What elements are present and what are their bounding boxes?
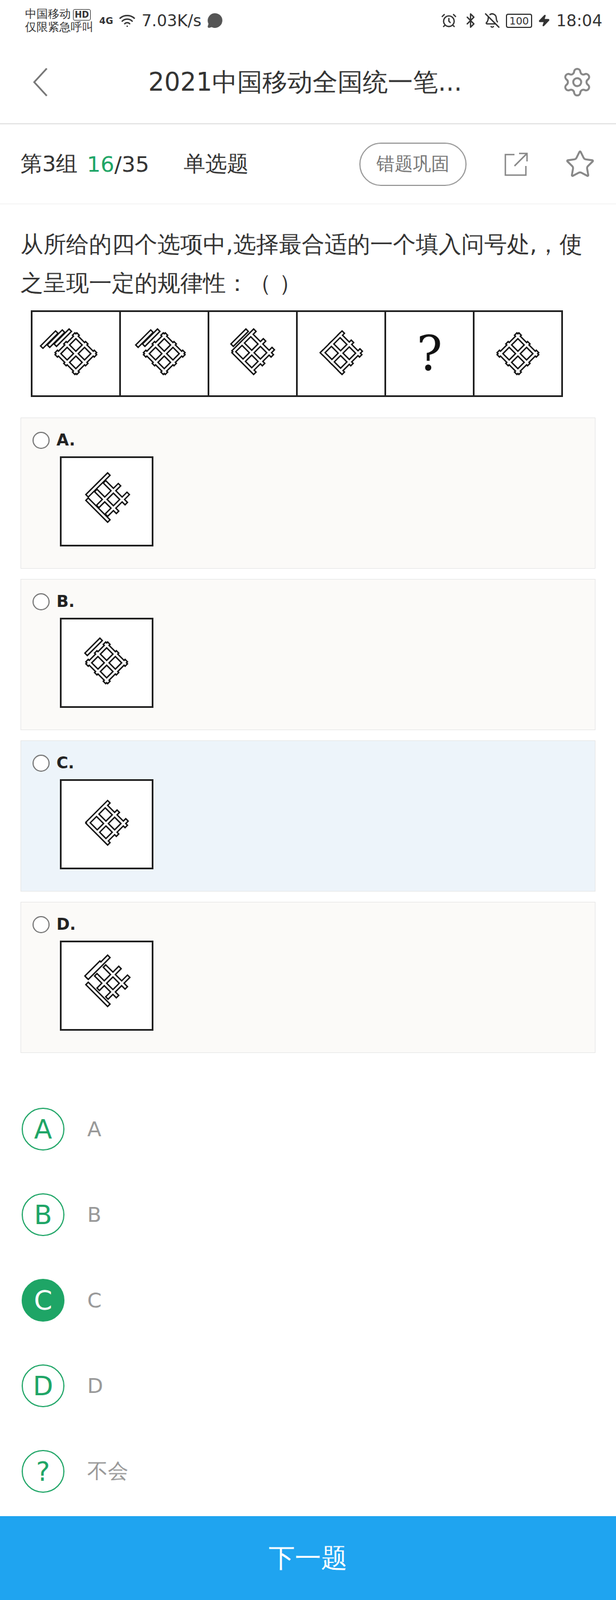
- lattice-figure-icon: [480, 319, 555, 388]
- answer-text: D: [87, 1374, 104, 1398]
- lattice-figure-icon: [69, 951, 144, 1020]
- content: 中国移动HD仅限紧急呼叫 4G 7.03K/s 100 18:04 2021中国移动全国统…: [0, 0, 616, 1517]
- figure-panel: ?: [386, 311, 475, 396]
- option-figure: [59, 456, 154, 547]
- option-label: C.: [56, 753, 75, 773]
- option-head: C.: [32, 753, 595, 773]
- clock: 18:04: [556, 11, 603, 31]
- mute-icon: [484, 12, 501, 29]
- question-mark: ?: [416, 325, 443, 382]
- alarm-icon: [440, 12, 457, 29]
- option-figure: [59, 779, 154, 870]
- lattice-figure-icon: [304, 319, 379, 388]
- star-icon: [564, 148, 596, 180]
- answer-circle[interactable]: C: [21, 1278, 65, 1322]
- settings-button[interactable]: [561, 66, 594, 99]
- charging-icon: [537, 14, 551, 27]
- answer-row[interactable]: DD: [21, 1364, 616, 1408]
- lattice-figure-icon: [69, 789, 144, 859]
- figure-panel: [209, 311, 298, 396]
- group-label: 第3组: [20, 149, 78, 179]
- progress-total: /35: [114, 151, 150, 177]
- share-button[interactable]: [501, 150, 531, 179]
- option-label: B.: [56, 592, 75, 611]
- answer-text: C: [87, 1288, 102, 1312]
- option-card[interactable]: C.: [20, 740, 596, 892]
- answer-text: 不会: [87, 1457, 129, 1486]
- option-radio[interactable]: [32, 593, 50, 611]
- option-card[interactable]: B.: [20, 578, 596, 731]
- option-radio[interactable]: [32, 916, 50, 934]
- option-head: A.: [32, 430, 595, 450]
- figure-sequence: ?: [30, 310, 563, 397]
- network-type: 4G: [99, 15, 113, 27]
- option-figure: [59, 617, 154, 708]
- progress-current: 16: [86, 151, 115, 177]
- app-screen: 中国移动HD仅限紧急呼叫 4G 7.03K/s 100 18:04 2021中国移动全国统…: [0, 0, 616, 1600]
- question-text: 从所给的四个选项中,选择最合适的一个填入问号处,，使之呈现一定的规律性：（ ）: [0, 204, 616, 303]
- figure-panel: [32, 311, 121, 396]
- next-button[interactable]: 下一题: [0, 1516, 616, 1600]
- emergency-text: 仅限紧急呼叫: [25, 20, 94, 34]
- wifi-icon: [118, 11, 136, 30]
- answer-circle[interactable]: A: [21, 1107, 65, 1151]
- option-label: A.: [56, 430, 76, 450]
- lattice-figure-icon: [127, 319, 202, 388]
- message-icon: [207, 12, 224, 29]
- status-right: 100 18:04: [440, 11, 603, 31]
- answer-row[interactable]: AA: [21, 1107, 616, 1151]
- lattice-figure-icon: [215, 319, 290, 388]
- question-toolbar: 第3组 16/35 单选题 错题巩固: [0, 124, 616, 205]
- answer-circle[interactable]: B: [21, 1193, 65, 1236]
- lattice-figure-icon: [38, 319, 113, 388]
- answer-circle[interactable]: D: [21, 1364, 65, 1408]
- carrier-info: 中国移动HD仅限紧急呼叫: [25, 7, 94, 34]
- favorite-button[interactable]: [564, 148, 596, 180]
- option-radio[interactable]: [32, 431, 50, 449]
- share-icon: [501, 150, 531, 179]
- answer-circle[interactable]: ?: [21, 1449, 65, 1493]
- status-left: 中国移动HD仅限紧急呼叫 4G 7.03K/s: [25, 7, 224, 34]
- answer-text: B: [87, 1202, 102, 1227]
- answer-list: AABBCCDD?不会: [21, 1107, 616, 1493]
- option-card[interactable]: D.: [20, 901, 596, 1053]
- figure-panel: [120, 311, 210, 396]
- net-speed: 7.03K/s: [141, 11, 202, 31]
- answer-row[interactable]: ? 不会: [21, 1449, 616, 1493]
- figure-panel: [297, 311, 387, 396]
- option-label: D.: [56, 914, 76, 934]
- question-type: 单选题: [183, 149, 249, 179]
- option-radio[interactable]: [32, 754, 50, 772]
- answer-text: A: [87, 1117, 102, 1141]
- header-title: 2021中国移动全国统一笔...: [148, 65, 462, 100]
- figure-panel: [474, 311, 562, 396]
- carrier-badge: HD: [73, 9, 91, 21]
- gear-icon: [561, 66, 594, 99]
- lattice-figure-icon: [69, 628, 144, 697]
- status-bar: 中国移动HD仅限紧急呼叫 4G 7.03K/s 100 18:04: [0, 0, 616, 42]
- option-head: D.: [32, 914, 595, 934]
- carrier: 中国移动HD: [25, 7, 94, 21]
- answer-row[interactable]: CC: [21, 1278, 616, 1322]
- option-list: A. B. C. D.: [20, 417, 596, 1053]
- battery: 100: [505, 13, 533, 28]
- back-button[interactable]: [31, 66, 50, 99]
- option-card[interactable]: A.: [20, 417, 596, 569]
- header: 2021中国移动全国统一笔...: [0, 41, 616, 125]
- back-arrow-icon: [31, 66, 50, 99]
- bluetooth-icon: [462, 12, 479, 29]
- lattice-figure-icon: [69, 467, 144, 536]
- option-head: B.: [32, 592, 595, 611]
- review-button[interactable]: 错题巩固: [359, 142, 467, 186]
- option-figure: [59, 940, 154, 1031]
- toolbar-icons: [501, 148, 596, 180]
- answer-row[interactable]: BB: [21, 1193, 616, 1236]
